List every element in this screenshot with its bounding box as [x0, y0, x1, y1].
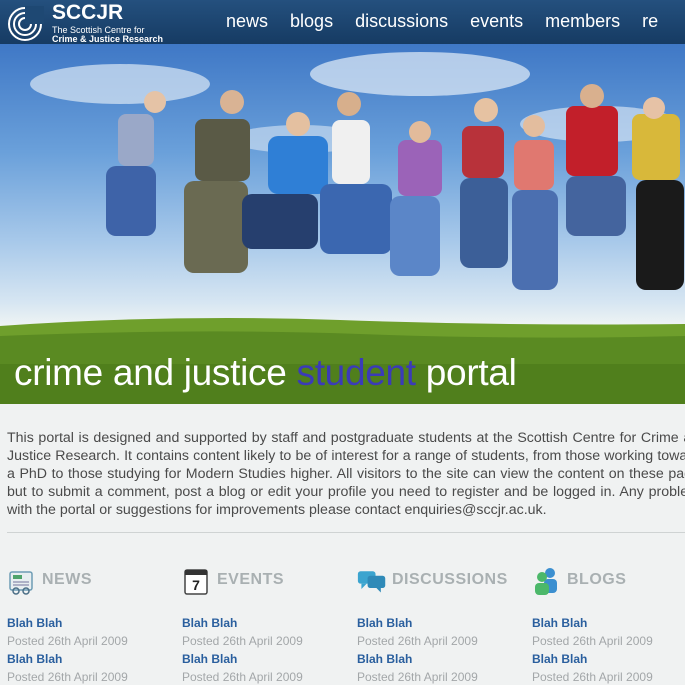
nav-item-blogs[interactable]: blogs — [290, 0, 333, 42]
item-date: Posted 26th April 2009 — [182, 634, 303, 648]
nav-item-events[interactable]: events — [470, 0, 523, 42]
discussions-label: DISCUSSIONS — [392, 571, 508, 588]
list-item: Blah Blah Posted 26th April 2009 — [357, 652, 527, 684]
item-date: Posted 26th April 2009 — [532, 634, 653, 648]
news-header[interactable]: NEWS — [7, 566, 177, 596]
blogs-label: BLOGS — [567, 571, 627, 588]
logo-subtitle-2: Crime & Justice Research — [52, 34, 164, 44]
logo-title: SCCJR — [52, 1, 124, 24]
discussions-column: DISCUSSIONS Blah Blah Posted 26th April … — [357, 566, 527, 684]
list-item: Blah Blah Posted 26th April 2009 — [182, 652, 352, 684]
hero-banner: crime and justice student portal — [0, 44, 685, 404]
news-column: NEWS Blah Blah Posted 26th April 2009 Bl… — [7, 566, 177, 684]
svg-text:7: 7 — [192, 577, 200, 593]
top-navigation-bar: SCCJR The Scottish Centre for Crime & Ju… — [0, 0, 685, 44]
blogs-header[interactable]: BLOGS — [532, 566, 685, 596]
item-date: Posted 26th April 2009 — [7, 634, 128, 648]
events-header[interactable]: 7 EVENTS — [182, 566, 352, 596]
item-title[interactable]: Blah Blah — [532, 652, 685, 666]
item-date: Posted 26th April 2009 — [182, 670, 303, 684]
hero-title-accent: student — [296, 352, 417, 393]
item-date: Posted 26th April 2009 — [357, 670, 478, 684]
item-title[interactable]: Blah Blah — [7, 616, 177, 630]
item-title[interactable]: Blah Blah — [357, 616, 527, 630]
blogs-column: BLOGS Blah Blah Posted 26th April 2009 B… — [532, 566, 685, 684]
nav-item-news[interactable]: news — [226, 0, 268, 42]
events-label: EVENTS — [217, 571, 285, 588]
item-title[interactable]: Blah Blah — [182, 652, 352, 666]
item-title[interactable]: Blah Blah — [182, 616, 352, 630]
item-title[interactable]: Blah Blah — [532, 616, 685, 630]
newspaper-icon — [9, 571, 33, 595]
speech-bubbles-icon — [357, 571, 386, 593]
list-item: Blah Blah Posted 26th April 2009 — [182, 616, 352, 648]
divider — [7, 532, 685, 533]
list-item: Blah Blah Posted 26th April 2009 — [7, 616, 177, 648]
list-item: Blah Blah Posted 26th April 2009 — [357, 616, 527, 648]
hero-photo-jumping-students — [0, 52, 685, 404]
logo-swirl-icon — [8, 6, 44, 41]
events-column: 7 EVENTS Blah Blah Posted 26th April 200… — [182, 566, 352, 684]
people-icon — [535, 568, 557, 595]
item-title[interactable]: Blah Blah — [357, 652, 527, 666]
hero-title: crime and justice student portal — [14, 352, 517, 394]
calendar-icon: 7 — [184, 569, 208, 595]
main-nav: news blogs discussions events members re — [226, 0, 680, 44]
item-title[interactable]: Blah Blah — [7, 652, 177, 666]
nav-item-discussions[interactable]: discussions — [355, 0, 448, 42]
news-label: NEWS — [42, 571, 92, 588]
list-item: Blah Blah Posted 26th April 2009 — [532, 652, 685, 684]
hero-title-end: portal — [415, 352, 517, 393]
item-date: Posted 26th April 2009 — [357, 634, 478, 648]
discussions-header[interactable]: DISCUSSIONS — [357, 566, 527, 596]
nav-item-truncated[interactable]: re — [642, 0, 658, 42]
list-item: Blah Blah Posted 26th April 2009 — [532, 616, 685, 648]
list-item: Blah Blah Posted 26th April 2009 — [7, 652, 177, 684]
item-date: Posted 26th April 2009 — [532, 670, 653, 684]
nav-item-members[interactable]: members — [545, 0, 620, 42]
site-logo[interactable]: SCCJR The Scottish Centre for Crime & Ju… — [6, 1, 176, 44]
intro-paragraph: This portal is designed and supported by… — [7, 430, 685, 518]
hero-title-start: crime and justice — [14, 352, 297, 393]
item-date: Posted 26th April 2009 — [7, 670, 128, 684]
